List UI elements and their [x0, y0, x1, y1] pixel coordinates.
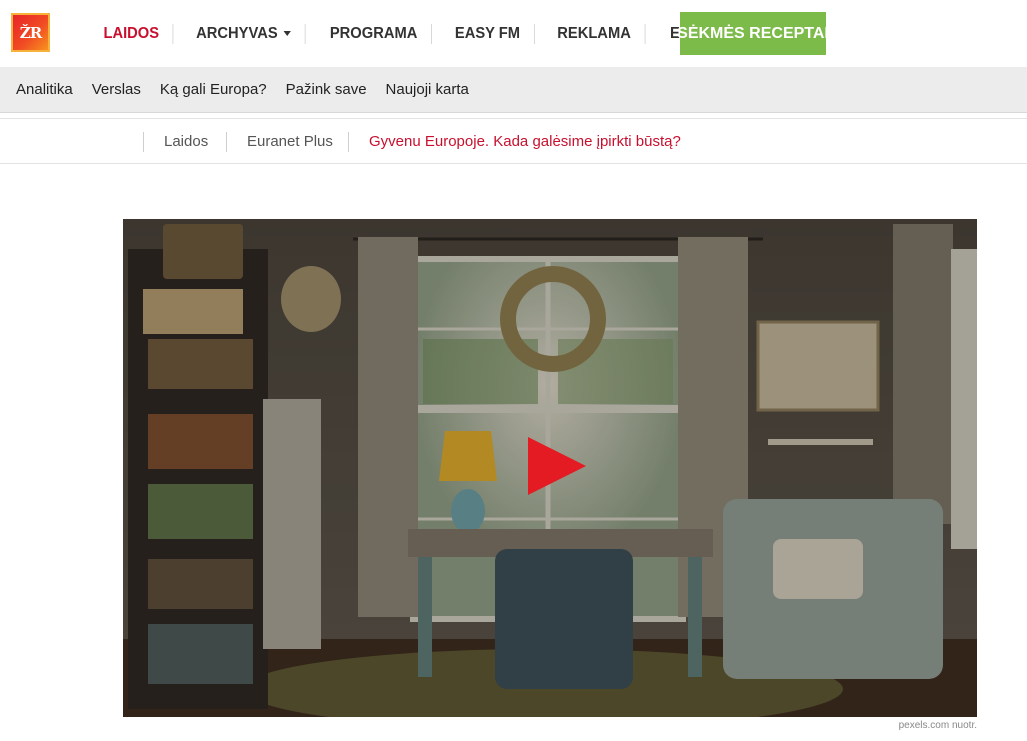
- nav-item-easy-fm[interactable]: EASY FM: [441, 23, 535, 44]
- breadcrumb-current-page: Gyvenu Europoje. Kada galėsime įpirkti b…: [348, 132, 681, 152]
- chevron-down-icon: [283, 31, 291, 36]
- video-player[interactable]: [123, 219, 977, 717]
- logo-text: ŽR: [19, 23, 42, 42]
- subnav-item-ka-gali-europa[interactable]: Ką gali Europa?: [160, 81, 267, 98]
- nav-item-laidos[interactable]: LAIDOS: [90, 23, 174, 44]
- nav-item-reklama[interactable]: REKLAMA: [543, 23, 646, 44]
- subnav-item-pazink-save[interactable]: Pažink save: [286, 81, 367, 98]
- image-credit: pexels.com nuotr.: [898, 720, 977, 731]
- breadcrumb: Laidos Euranet Plus Gyvenu Europoje. Kad…: [0, 118, 1027, 164]
- top-navigation: ŽR LAIDOS ARCHYVAS PROGRAMA EASY FM REKL…: [0, 0, 1027, 67]
- breadcrumb-euranet-plus[interactable]: Euranet Plus: [226, 132, 333, 152]
- subnav-item-verslas[interactable]: Verslas: [92, 81, 141, 98]
- subnav-item-analitika[interactable]: Analitika: [16, 81, 73, 98]
- subnav-item-naujoji-karta[interactable]: Naujoji karta: [386, 81, 469, 98]
- nav-item-programa[interactable]: PROGRAMA: [316, 23, 433, 44]
- sekmes-receptai-button[interactable]: SĖKMĖS RECEPTAI: [677, 12, 829, 55]
- sub-navigation: Analitika Verslas Ką gali Europa? Pažink…: [0, 67, 1027, 113]
- site-logo[interactable]: ŽR: [11, 13, 50, 52]
- nav-item-archyvas-label: ARCHYVAS: [196, 24, 279, 42]
- play-icon[interactable]: [528, 437, 586, 495]
- breadcrumb-laidos[interactable]: Laidos: [143, 132, 208, 152]
- nav-item-archyvas[interactable]: ARCHYVAS: [183, 23, 306, 44]
